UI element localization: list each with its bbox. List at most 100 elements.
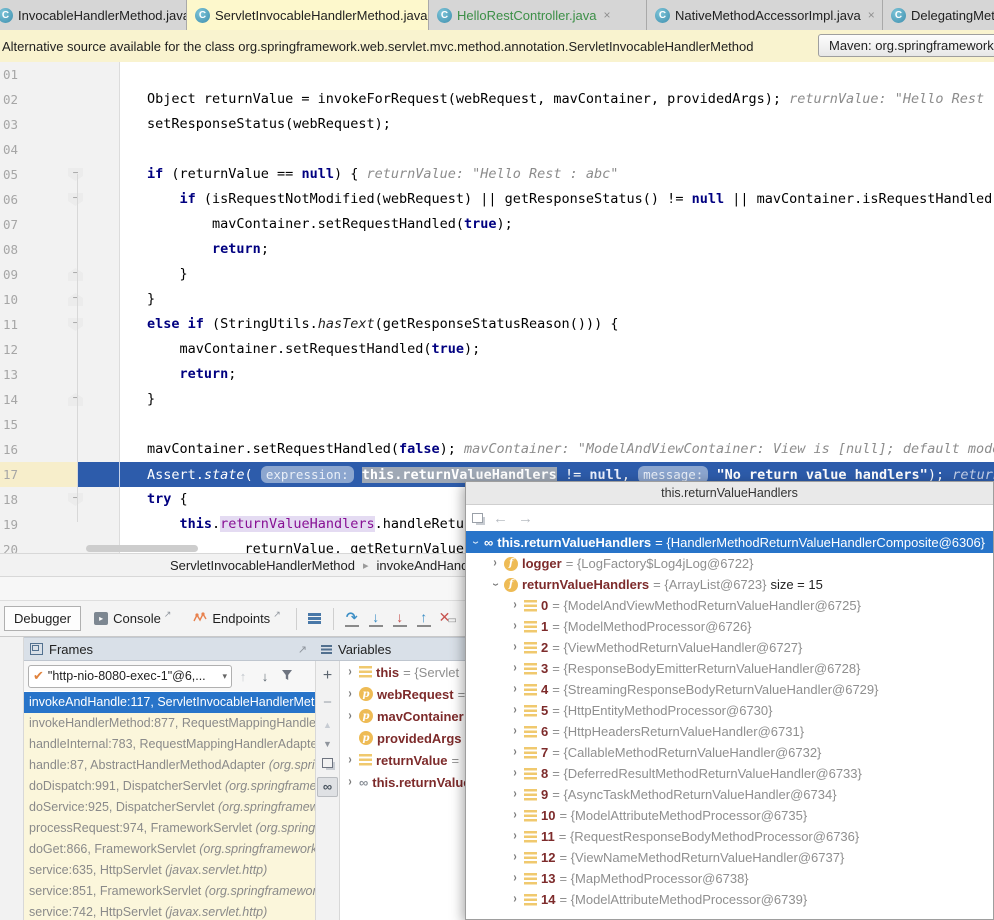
chevron-right-icon[interactable]: › <box>510 620 520 634</box>
fold-marker-icon[interactable]: − <box>68 168 83 181</box>
editor-tab-4[interactable]: CNativeMethodAccessorImpl.java× <box>647 0 883 30</box>
code-segment: mavContainer.setRequestHandled( <box>147 216 464 232</box>
popup-list-item-row[interactable]: ›12 = {ViewNameMethodReturnValueHandler@… <box>466 847 993 868</box>
close-icon[interactable]: × <box>603 8 610 22</box>
chevron-right-icon[interactable]: › <box>510 662 520 676</box>
chevron-right-icon[interactable]: › <box>345 775 355 789</box>
tool-tab-endpoints[interactable]: Endpoints↗ <box>184 607 289 630</box>
popup-root-row[interactable]: ›∞this.returnValueHandlers = {HandlerMet… <box>466 531 993 553</box>
chevron-down-icon[interactable]: › <box>468 537 482 547</box>
popup-list-item-row[interactable]: ›6 = {HttpHeadersReturnValueHandler@6731… <box>466 721 993 742</box>
chevron-right-icon[interactable]: › <box>345 709 355 723</box>
stack-frame-row[interactable]: invokeHandlerMethod:877, RequestMappingH… <box>24 713 315 734</box>
stack-frame-row[interactable]: invokeAndHandle:117, ServletInvocableHan… <box>24 692 315 713</box>
duplicate-icon[interactable] <box>322 758 333 768</box>
popup-list-item-row[interactable]: ›2 = {ViewMethodReturnValueHandler@6727} <box>466 637 993 658</box>
breadcrumb-class[interactable]: ServletInvocableHandlerMethod <box>170 558 355 573</box>
chevron-right-icon[interactable]: › <box>510 767 520 781</box>
popup-list-item-row[interactable]: ›14 = {ModelAttributeMethodProcessor@673… <box>466 889 993 910</box>
popup-list-item-row[interactable]: ›1 = {ModelMethodProcessor@6726} <box>466 616 993 637</box>
force-step-into-icon[interactable]: ↓ <box>388 607 412 631</box>
value-icon <box>524 768 537 780</box>
fold-marker-icon[interactable]: − <box>68 193 83 206</box>
chevron-right-icon[interactable]: › <box>510 641 520 655</box>
popup-list-item-row[interactable]: ›10 = {ModelAttributeMethodProcessor@673… <box>466 805 993 826</box>
tool-tab-console[interactable]: ▸Console↗ <box>85 607 180 630</box>
show-types-icon[interactable] <box>472 513 483 523</box>
stack-frame-row[interactable]: doGet:866, FrameworkServlet (org.springf… <box>24 839 315 860</box>
chevron-right-icon[interactable]: › <box>510 830 520 844</box>
popup-list-item-row[interactable]: ›9 = {AsyncTaskMethodReturnValueHandler@… <box>466 784 993 805</box>
fold-marker-icon[interactable]: − <box>68 318 83 331</box>
step-out-icon[interactable]: ↑ <box>412 607 436 631</box>
next-frame-button[interactable]: ↓ <box>254 669 276 684</box>
step-over-icon[interactable]: ↷ <box>340 607 364 631</box>
add-watch-icon[interactable]: + <box>323 667 332 685</box>
stack-frame-row[interactable]: processRequest:974, FrameworkServlet (or… <box>24 818 315 839</box>
chevron-right-icon[interactable]: › <box>490 557 500 571</box>
editor-tab-5[interactable]: CDelegatingMethodAccessorImpl.java× <box>883 0 994 30</box>
chevron-right-icon[interactable]: › <box>510 704 520 718</box>
step-into-icon[interactable]: ↓ <box>364 607 388 631</box>
close-icon[interactable]: × <box>868 8 875 22</box>
chevron-right-icon[interactable]: › <box>510 599 520 613</box>
chevron-right-icon[interactable]: › <box>510 788 520 802</box>
editor-tab-2[interactable]: CServletInvocableHandlerMethod.java× <box>187 0 429 30</box>
fold-marker-icon[interactable]: − <box>68 393 83 406</box>
move-up-icon[interactable]: ▲ <box>323 720 332 730</box>
popup-field-row[interactable]: ›freturnValueHandlers = {ArrayList@6723}… <box>466 574 993 595</box>
float-window-icon[interactable]: ↗ <box>298 643 307 656</box>
thread-dropdown[interactable]: ✔ "http-nio-8080-exec-1"@6,... ▾ <box>28 665 232 688</box>
code-segment: null <box>301 166 334 182</box>
chevron-right-icon[interactable]: › <box>510 746 520 760</box>
code-segment: null <box>692 191 725 207</box>
drop-frame-icon[interactable]: ✕▭ <box>436 607 460 631</box>
chevron-right-icon[interactable]: › <box>510 809 520 823</box>
frame-package: (org.springframework.web.servlet.mvc.met… <box>269 758 315 772</box>
watches-toggle-icon[interactable]: ∞ <box>317 777 338 797</box>
code-segment: if <box>147 166 163 182</box>
prev-frame-button[interactable]: ↑ <box>232 669 254 684</box>
fold-marker-icon[interactable]: − <box>68 493 83 506</box>
chevron-right-icon[interactable]: › <box>510 683 520 697</box>
chevron-right-icon[interactable]: › <box>345 665 355 679</box>
horizontal-scrollbar-thumb[interactable] <box>86 545 198 552</box>
fold-marker-icon[interactable]: − <box>68 293 83 306</box>
popup-list-item-row[interactable]: ›7 = {CallableMethodReturnValueHandler@6… <box>466 742 993 763</box>
stack-frame-row[interactable]: handleInternal:783, RequestMappingHandle… <box>24 734 315 755</box>
code-editor[interactable]: 101102Object returnValue = invokeForRequ… <box>0 62 994 553</box>
code-line-105: 105−if (returnValue == null) { returnVal… <box>0 162 994 187</box>
stack-frame-row[interactable]: doService:925, DispatcherServlet (org.sp… <box>24 797 315 818</box>
stack-frame-row[interactable]: service:635, HttpServlet (javax.servlet.… <box>24 860 315 881</box>
filter-frames-icon[interactable] <box>276 669 298 684</box>
popup-list-item-row[interactable]: ›0 = {ModelAndViewMethodReturnValueHandl… <box>466 595 993 616</box>
chevron-right-icon[interactable]: › <box>510 872 520 886</box>
fold-marker-icon[interactable]: − <box>68 268 83 281</box>
forward-icon[interactable]: → <box>518 511 533 526</box>
move-down-icon[interactable]: ▼ <box>323 739 332 749</box>
popup-field-row[interactable]: ›flogger = {LogFactory$Log4jLog@6722} <box>466 553 993 574</box>
editor-tab-1[interactable]: CInvocableHandlerMethod.java× <box>0 0 187 30</box>
chevron-right-icon[interactable]: › <box>345 687 355 701</box>
chevron-down-icon[interactable]: › <box>488 580 502 590</box>
chevron-right-icon[interactable]: › <box>510 725 520 739</box>
popup-list-item-row[interactable]: ›13 = {MapMethodProcessor@6738} <box>466 868 993 889</box>
stack-frame-row[interactable]: service:742, HttpServlet (javax.servlet.… <box>24 902 315 920</box>
popup-list-item-row[interactable]: ›4 = {StreamingResponseBodyReturnValueHa… <box>466 679 993 700</box>
popup-list-item-row[interactable]: ›11 = {RequestResponseBodyMethodProcesso… <box>466 826 993 847</box>
editor-tab-3[interactable]: CHelloRestController.java× <box>429 0 647 30</box>
remove-watch-icon[interactable]: − <box>323 694 332 711</box>
chevron-right-icon[interactable]: › <box>345 753 355 767</box>
chevron-right-icon[interactable]: › <box>510 851 520 865</box>
stack-frame-row[interactable]: handle:87, AbstractHandlerMethodAdapter … <box>24 755 315 776</box>
popup-list-item-row[interactable]: ›3 = {ResponseBodyEmitterReturnValueHand… <box>466 658 993 679</box>
view-options-icon[interactable] <box>303 607 327 631</box>
popup-list-item-row[interactable]: ›5 = {HttpEntityMethodProcessor@6730} <box>466 700 993 721</box>
stack-frame-row[interactable]: service:851, FrameworkServlet (org.sprin… <box>24 881 315 902</box>
stack-frame-row[interactable]: doDispatch:991, DispatcherServlet (org.s… <box>24 776 315 797</box>
popup-list-item-row[interactable]: ›8 = {DeferredResultMethodReturnValueHan… <box>466 763 993 784</box>
back-icon[interactable]: ← <box>493 511 508 526</box>
tool-tab-debugger[interactable]: Debugger <box>4 606 81 631</box>
maven-source-button[interactable]: Maven: org.springframework:sprin <box>818 34 994 57</box>
chevron-right-icon[interactable]: › <box>510 893 520 907</box>
